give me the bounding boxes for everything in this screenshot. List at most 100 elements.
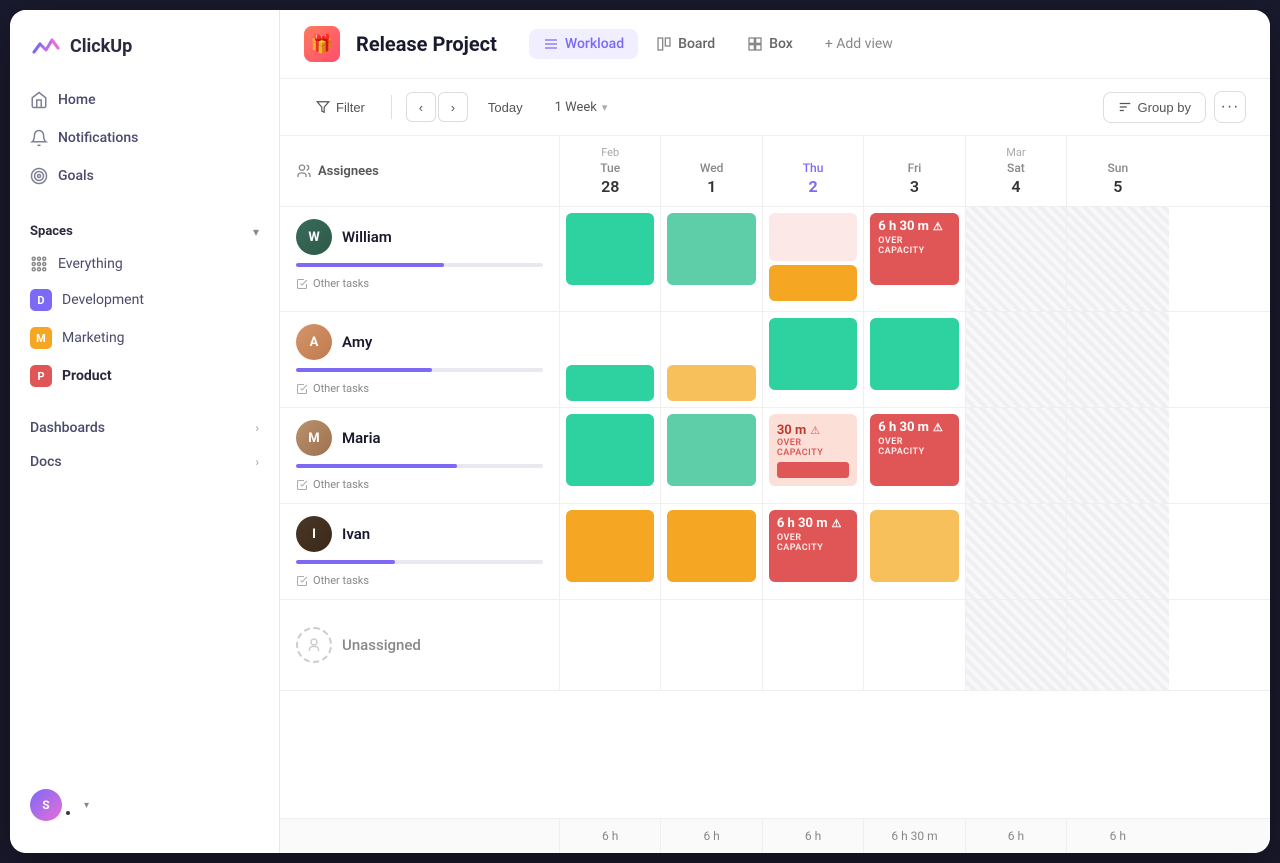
grid-header: Assignees Feb Tue 28 Wed 1 Thu 2 [280,136,1270,207]
project-title: Release Project [356,32,497,56]
ivan-day-sat [966,504,1067,599]
more-options-button[interactable]: ··· [1214,91,1246,123]
william-day-wed [661,207,762,311]
unassigned-day-sat [966,600,1067,690]
day-header-sat: Mar Sat 4 [966,136,1067,206]
sidebar-nav: Home Notifications Goals [10,82,279,196]
task-block-overcapacity[interactable]: 6 h 30 m ⚠ OVER CAPACITY [870,213,958,285]
next-button[interactable]: › [438,92,468,122]
assignee-name-maria: Maria [342,429,381,447]
workload-grid: Assignees Feb Tue 28 Wed 1 Thu 2 [280,136,1270,853]
spaces-chevron-icon: ▾ [253,225,259,239]
amy-day-sat [966,312,1067,407]
goals-icon [30,167,48,185]
maria-day-sat [966,408,1067,503]
marketing-badge: M [30,327,52,349]
logo-text: ClickUp [70,36,132,57]
group-by-button[interactable]: Group by [1103,92,1206,123]
logo[interactable]: ClickUp [10,30,279,82]
filter-button[interactable]: Filter [304,93,377,122]
group-by-icon [1118,100,1132,114]
assignee-cell-william: W William Other tasks [280,207,560,311]
other-tasks-amy[interactable]: Other tasks [296,380,543,395]
sidebar-bottom: S ▾ [10,777,279,833]
unassigned-day-fri [864,600,965,690]
sidebar-item-dashboards[interactable]: Dashboards › [10,411,279,445]
tasks-icon [296,278,308,290]
tab-box[interactable]: Box [733,29,807,59]
task-block[interactable] [667,510,755,582]
amy-day-fri [864,312,965,407]
sidebar-item-docs[interactable]: Docs › [10,445,279,479]
amy-day-thu [763,312,864,407]
other-tasks-ivan[interactable]: Other tasks [296,572,543,587]
assignee-name-ivan: Ivan [342,525,370,543]
tab-workload[interactable]: Workload [529,29,638,59]
sidebar-item-home[interactable]: Home [18,82,271,118]
hours-sun: 6 h [1067,819,1168,853]
avatar-william: W [296,219,332,255]
maria-day-tue [560,408,661,503]
spaces-section-header[interactable]: Spaces ▾ [10,212,279,247]
task-block[interactable] [769,213,857,261]
task-block[interactable] [566,365,654,401]
progress-william [296,263,543,267]
view-tabs: Workload Board Box + Add view [529,29,907,59]
maria-day-wed [661,408,762,503]
task-block-overcapacity-light[interactable]: 30 m ⚠ OVER CAPACITY [769,414,857,486]
other-tasks-william[interactable]: Other tasks [296,275,543,290]
amy-day-sun [1067,312,1168,407]
assignee-cell-maria: M Maria Other tasks [280,408,560,503]
unassigned-day-wed [661,600,762,690]
tasks-icon [296,479,308,491]
user-avatar-overlay [64,809,72,817]
william-day-tue [560,207,661,311]
assignee-cell-unassigned: Unassigned [280,600,560,690]
other-tasks-maria[interactable]: Other tasks [296,476,543,491]
week-selector[interactable]: 1 Week ▾ [543,94,620,121]
unassigned-day-sun [1067,600,1168,690]
sidebar-item-development[interactable]: D Development [10,281,279,319]
task-block-overcapacity[interactable]: 6 h 30 m ⚠ OVER CAPACITY [870,414,958,486]
tab-board[interactable]: Board [642,29,729,59]
user-avatar-s[interactable]: S [30,789,62,821]
assignees-icon [296,163,312,179]
user-dropdown-icon[interactable]: ▾ [84,800,89,811]
add-view-button[interactable]: + Add view [811,29,907,59]
assignee-row-maria: M Maria Other tasks [280,408,1270,504]
task-block-overcapacity[interactable]: 6 h 30 m ⚠ OVER CAPACITY [769,510,857,582]
ivan-day-tue [560,504,661,599]
toolbar-right: Group by ··· [1103,91,1246,123]
sidebar-item-everything[interactable]: Everything [10,247,279,281]
task-block[interactable] [769,265,857,301]
day-header-sun: Sun 5 [1067,136,1168,206]
task-block[interactable] [667,414,755,486]
william-day-sun [1067,207,1168,311]
ivan-day-fri [864,504,965,599]
avatar-amy: A [296,324,332,360]
warning-icon: ⚠ [831,517,841,530]
workload-tab-icon [543,36,559,52]
tasks-icon [296,575,308,587]
sidebar-item-marketing[interactable]: M Marketing [10,319,279,357]
assignee-row-ivan: I Ivan Other tasks [280,504,1270,600]
task-block[interactable] [870,510,958,582]
sidebar: ClickUp Home Notifications Goals Spaces … [10,10,280,853]
task-block[interactable] [667,365,755,401]
sidebar-item-product[interactable]: P Product [10,357,279,395]
today-button[interactable]: Today [476,94,535,121]
sidebar-item-notifications[interactable]: Notifications [18,120,271,156]
spaces-label: Spaces [30,224,73,239]
task-block[interactable] [870,318,958,390]
maria-day-sun [1067,408,1168,503]
task-block[interactable] [566,414,654,486]
task-block[interactable] [769,318,857,390]
sidebar-item-goals[interactable]: Goals [18,158,271,194]
unassigned-icon [296,627,332,663]
task-block[interactable] [566,213,654,285]
prev-button[interactable]: ‹ [406,92,436,122]
task-block[interactable] [566,510,654,582]
task-block[interactable] [667,213,755,285]
assignee-row-unassigned: Unassigned [280,600,1270,691]
avatar-ivan: I [296,516,332,552]
